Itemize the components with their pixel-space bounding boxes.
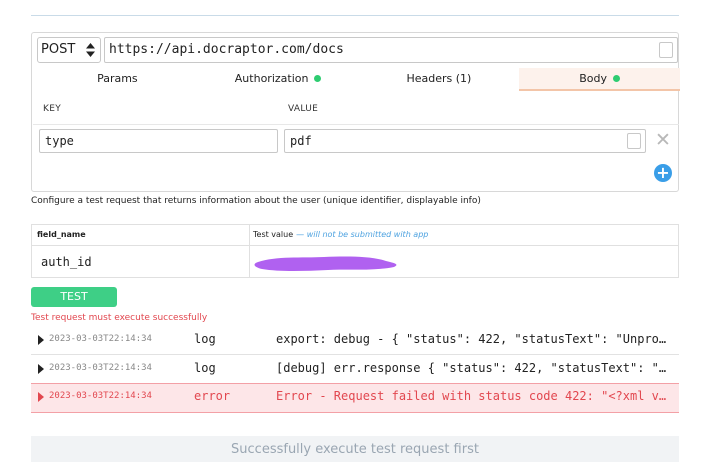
sort-arrows-icon <box>86 43 95 57</box>
log-level: error <box>194 389 231 403</box>
add-row-icon[interactable]: + <box>654 164 672 182</box>
log-level: log <box>194 361 216 375</box>
log-row[interactable]: 2023-03-03T22:14:34 log export: debug - … <box>31 326 679 354</box>
value-column-header: VALUE <box>288 104 319 114</box>
log-timestamp: 2023-03-03T22:14:34 <box>49 363 152 373</box>
row-divider <box>32 245 678 246</box>
body-value-value: pdf <box>290 134 312 148</box>
top-divider <box>31 15 679 16</box>
test-value-note: — will not be submitted with app <box>296 230 429 239</box>
log-row-error[interactable]: 2023-03-03T22:14:34 error Error - Reques… <box>31 383 679 413</box>
url-input[interactable]: https://api.docraptor.com/docs <box>104 37 678 63</box>
test-value-header-label: Test value <box>253 230 294 239</box>
submit-button[interactable]: Successfully execute test request first <box>31 436 679 462</box>
method-value: POST <box>41 42 76 57</box>
column-divider <box>249 225 250 277</box>
expand-field-icon[interactable] <box>627 133 641 149</box>
tab-authorization[interactable]: Authorization <box>198 68 359 91</box>
test-error-message: Test request must execute successfully <box>31 313 208 323</box>
log-message: Error - Request failed with status code … <box>276 389 672 403</box>
log-message: export: debug - { "status": 422, "status… <box>276 332 672 346</box>
body-key-value: type <box>45 134 74 148</box>
status-dot-icon <box>314 75 322 82</box>
expand-caret-icon[interactable] <box>38 364 44 374</box>
body-value-input[interactable]: pdf <box>284 129 646 153</box>
tab-params-label: Params <box>97 72 138 85</box>
test-button[interactable]: TEST <box>31 287 117 307</box>
body-key-input[interactable]: type <box>39 129 278 153</box>
test-value-header: Test value — will not be submitted with a… <box>253 230 428 239</box>
expand-caret-icon[interactable] <box>38 392 44 402</box>
expand-field-icon[interactable] <box>659 42 673 58</box>
fields-table: field_name Test value — will not be submi… <box>31 224 679 278</box>
tab-params[interactable]: Params <box>37 68 198 91</box>
url-value: https://api.docraptor.com/docs <box>109 42 344 57</box>
log-row[interactable]: 2023-03-03T22:14:34 log [debug] err.resp… <box>31 355 679 383</box>
expand-caret-icon[interactable] <box>38 335 44 345</box>
tab-authorization-label: Authorization <box>234 72 309 85</box>
request-panel: POST https://api.docraptor.com/docs Para… <box>31 32 680 192</box>
method-select[interactable]: POST <box>37 37 101 63</box>
header-divider <box>33 124 679 125</box>
remove-row-icon[interactable]: ✕ <box>654 129 672 151</box>
tab-body[interactable]: Body <box>519 68 680 91</box>
tab-headers[interactable]: Headers (1) <box>359 68 520 91</box>
key-column-header: KEY <box>43 104 61 114</box>
field-name-cell: auth_id <box>41 255 92 269</box>
redacted-value[interactable] <box>254 252 399 274</box>
log-timestamp: 2023-03-03T22:14:34 <box>49 334 152 344</box>
status-dot-icon <box>613 75 621 82</box>
log-timestamp: 2023-03-03T22:14:34 <box>49 391 152 401</box>
field-name-header: field_name <box>37 230 86 239</box>
tab-body-label: Body <box>579 72 608 85</box>
log-level: log <box>194 332 216 346</box>
tab-headers-label: Headers (1) <box>406 72 472 85</box>
log-message: [debug] err.response { "status": 422, "s… <box>276 361 672 375</box>
test-description: Configure a test request that returns in… <box>31 196 481 206</box>
request-tabs: Params Authorization Headers (1) Body <box>37 68 680 91</box>
